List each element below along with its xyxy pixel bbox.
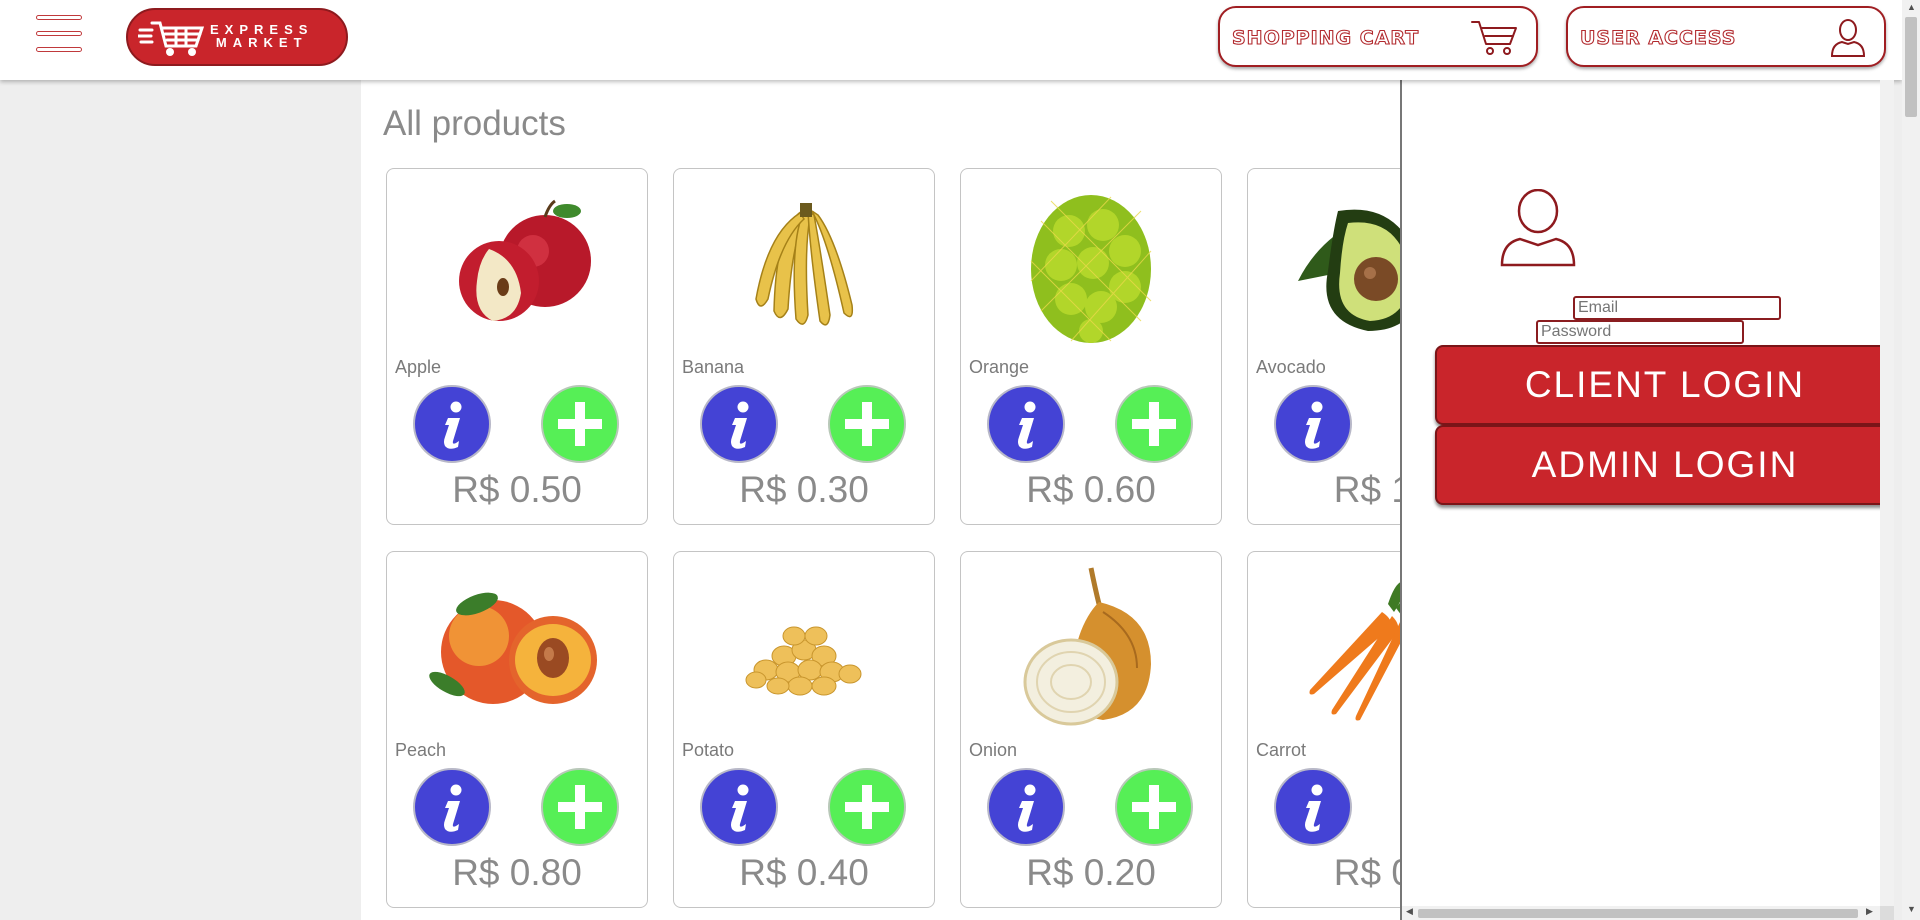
product-card: Banana R$ 0.30 bbox=[673, 168, 935, 525]
product-price: R$ 0.20 bbox=[1026, 852, 1156, 893]
logo-line-market: MARKET bbox=[215, 35, 308, 50]
product-card: Apple R$ 0.50 bbox=[386, 168, 648, 525]
add-to-cart-button[interactable] bbox=[541, 385, 619, 463]
product-card: Peach R$ 0.80 bbox=[386, 551, 648, 908]
scroll-left-arrow-icon[interactable]: ◀ bbox=[1406, 906, 1413, 917]
add-to-cart-button[interactable] bbox=[828, 768, 906, 846]
potato-image bbox=[745, 626, 862, 696]
cart-icon bbox=[1471, 21, 1517, 55]
add-to-cart-button[interactable] bbox=[1115, 768, 1193, 846]
client-login-button[interactable]: CLIENT LOGIN bbox=[1435, 345, 1880, 425]
top-header: EXPRESS MARKET SHOPPING CART USER ACCESS bbox=[0, 0, 1902, 80]
product-name: Onion bbox=[969, 740, 1018, 760]
hamburger-menu-icon[interactable] bbox=[36, 15, 82, 55]
scrollbar-corner bbox=[1880, 906, 1894, 920]
page-title: All products bbox=[383, 104, 566, 143]
info-button[interactable] bbox=[1274, 385, 1352, 463]
product-name: Peach bbox=[395, 740, 447, 760]
scroll-up-arrow-icon[interactable]: ▲ bbox=[1907, 2, 1916, 12]
orange-image bbox=[1030, 195, 1152, 343]
plus-icon bbox=[845, 402, 889, 446]
user-icon bbox=[1830, 19, 1866, 57]
plus-icon bbox=[1132, 785, 1176, 829]
product-name: Carrot bbox=[1256, 740, 1307, 760]
admin-login-button[interactable]: ADMIN LOGIN bbox=[1435, 425, 1880, 505]
scroll-right-arrow-icon[interactable]: ▶ bbox=[1866, 906, 1873, 917]
product-price: R$ 0.40 bbox=[739, 852, 869, 893]
page-vertical-scrollbar[interactable]: ▲ ▼ bbox=[1902, 0, 1920, 920]
express-market-logo[interactable]: EXPRESS MARKET bbox=[126, 8, 348, 66]
products-section: All products Apple R$ 0.50 Banana R$ 0.3… bbox=[361, 80, 1509, 920]
shopping-cart-label: SHOPPING CART bbox=[1231, 26, 1420, 49]
plus-icon bbox=[1132, 402, 1176, 446]
password-field[interactable] bbox=[1536, 320, 1744, 344]
product-name: Potato bbox=[682, 740, 735, 760]
product-price: R$ 0.60 bbox=[1026, 469, 1156, 510]
product-price: R$ 0.80 bbox=[452, 852, 582, 893]
apple-image bbox=[459, 199, 591, 321]
panel-vertical-scrollbar[interactable] bbox=[1880, 80, 1894, 906]
info-icon bbox=[1018, 401, 1036, 449]
info-icon bbox=[1018, 784, 1036, 832]
product-name: Apple bbox=[395, 357, 442, 377]
user-access-button[interactable]: USER ACCESS bbox=[1566, 6, 1886, 67]
info-icon bbox=[731, 784, 749, 832]
product-price: R$ 0.30 bbox=[739, 469, 869, 510]
user-access-panel: CLIENT LOGIN ADMIN LOGIN bbox=[1400, 80, 1880, 920]
info-icon bbox=[1305, 784, 1323, 832]
plus-icon bbox=[558, 402, 602, 446]
app-window: EXPRESS MARKET SHOPPING CART USER ACCESS bbox=[0, 0, 1920, 920]
user-avatar-icon bbox=[1500, 189, 1576, 267]
product-name: Avocado bbox=[1256, 357, 1326, 377]
email-field[interactable] bbox=[1573, 296, 1781, 320]
info-icon bbox=[1305, 401, 1323, 449]
product-name: Banana bbox=[682, 357, 745, 377]
horizontal-scroll-thumb[interactable] bbox=[1418, 909, 1858, 918]
scroll-down-arrow-icon[interactable]: ▼ bbox=[1907, 904, 1916, 914]
logo-text: EXPRESS MARKET bbox=[210, 23, 313, 49]
user-access-label: USER ACCESS bbox=[1579, 26, 1737, 49]
add-to-cart-button[interactable] bbox=[1115, 385, 1193, 463]
product-price: R$ 0.50 bbox=[452, 469, 582, 510]
shopping-cart-button[interactable]: SHOPPING CART bbox=[1218, 6, 1538, 67]
info-button[interactable] bbox=[700, 385, 778, 463]
cart-icon bbox=[138, 21, 205, 56]
vertical-scroll-thumb[interactable] bbox=[1905, 17, 1917, 117]
banana-image bbox=[755, 203, 854, 326]
info-button[interactable] bbox=[700, 768, 778, 846]
info-button[interactable] bbox=[413, 768, 491, 846]
info-icon bbox=[731, 401, 749, 449]
add-to-cart-button[interactable] bbox=[541, 768, 619, 846]
info-icon bbox=[444, 784, 462, 832]
info-button[interactable] bbox=[413, 385, 491, 463]
info-button[interactable] bbox=[987, 385, 1065, 463]
onion-image bbox=[1023, 567, 1151, 726]
info-button[interactable] bbox=[987, 768, 1065, 846]
peach-image bbox=[429, 592, 597, 704]
product-card: Onion R$ 0.20 bbox=[960, 551, 1222, 908]
product-card: Orange R$ 0.60 bbox=[960, 168, 1222, 525]
plus-icon bbox=[845, 785, 889, 829]
info-icon bbox=[444, 401, 462, 449]
info-button[interactable] bbox=[1274, 768, 1352, 846]
panel-horizontal-scrollbar[interactable]: ◀ ▶ bbox=[1402, 906, 1880, 920]
add-to-cart-button[interactable] bbox=[828, 385, 906, 463]
plus-icon bbox=[558, 785, 602, 829]
product-card: Potato R$ 0.40 bbox=[673, 551, 935, 908]
product-name: Orange bbox=[969, 357, 1030, 377]
